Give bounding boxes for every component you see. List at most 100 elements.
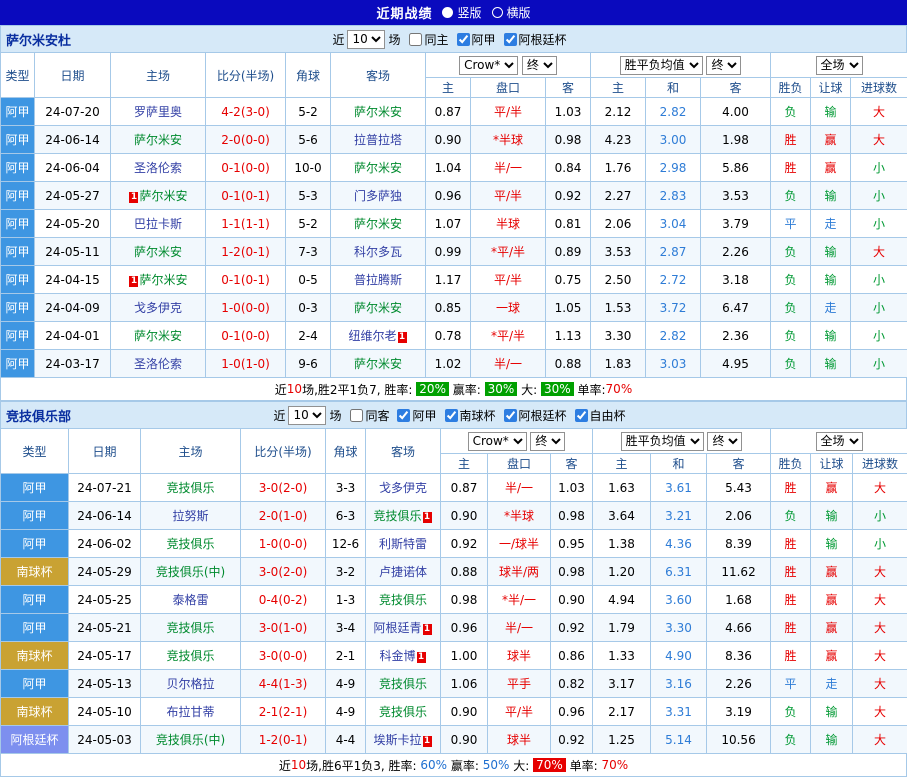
match-rows: 阿甲24-07-20罗萨里奥4-2(3-0)5-2萨尔米安0.87平/半1.03… [1, 98, 907, 378]
avg-away-cell: 2.26 [707, 670, 771, 698]
odds-time-select[interactable]: 终 [530, 432, 565, 451]
home-team-cell: 圣洛伦索 [111, 154, 206, 182]
away-odds-cell: 1.05 [546, 294, 591, 322]
col-header-avg-away: 客 [701, 78, 771, 98]
avg-time-select[interactable]: 终 [706, 56, 741, 75]
col-header-corner: 角球 [286, 53, 331, 98]
team-link: 罗萨里奥 [134, 105, 182, 119]
avg-away-cell: 6.47 [701, 294, 771, 322]
layout-radio-horizontal[interactable]: 横版 [492, 4, 531, 21]
avg-draw-cell: 2.83 [646, 182, 701, 210]
filter-label: 阿甲 [412, 407, 436, 424]
corner-cell: 3-3 [326, 474, 366, 502]
radio-label: 竖版 [457, 4, 481, 21]
filter-checkbox[interactable] [575, 409, 588, 422]
avg-away-cell: 2.06 [707, 502, 771, 530]
summary-segment: 20% [416, 382, 449, 396]
team-link: 竞技俱乐 [373, 509, 421, 523]
filter-阿根廷杯[interactable]: 阿根廷杯 [504, 31, 567, 48]
away-odds-cell: 0.92 [551, 614, 593, 642]
col-header-odds-away: 客 [546, 78, 591, 98]
handicap-result-cell: 输 [811, 530, 853, 558]
home-odds-cell: 1.02 [426, 350, 471, 378]
filter-同客[interactable]: 同客 [350, 407, 389, 424]
away-team-cell: 萨尔米安 [331, 154, 426, 182]
team-link: 萨尔米安 [134, 245, 182, 259]
league-cell: 阿甲 [1, 98, 35, 126]
team-link: 门多萨独 [354, 189, 402, 203]
corner-cell: 7-3 [286, 238, 331, 266]
filter-checkbox[interactable] [504, 409, 517, 422]
filter-自由杯[interactable]: 自由杯 [575, 407, 626, 424]
games-count-select[interactable]: 10 [347, 30, 385, 49]
filter-label: 阿甲 [472, 31, 496, 48]
layout-radio-vertical[interactable]: 竖版 [442, 4, 481, 21]
match-row: 阿甲24-04-09戈多伊克1-0(0-0)0-3萨尔米安0.85一球1.051… [1, 294, 907, 322]
date-cell: 24-05-27 [35, 182, 111, 210]
league-cell: 阿甲 [1, 474, 69, 502]
wdl-result-cell: 胜 [771, 530, 811, 558]
avg-draw-cell: 3.60 [651, 586, 707, 614]
bookmaker-select[interactable]: Crow* [459, 56, 518, 75]
filter-南球杯[interactable]: 南球杯 [445, 407, 496, 424]
filter-checkbox[interactable] [504, 33, 517, 46]
home-odds-cell: 1.07 [426, 210, 471, 238]
wdl-result-cell: 负 [771, 350, 811, 378]
avg-home-cell: 3.53 [591, 238, 646, 266]
away-team-cell: 拉普拉塔 [331, 126, 426, 154]
corner-cell: 0-3 [286, 294, 331, 322]
league-cell: 阿甲 [1, 670, 69, 698]
filter-同主[interactable]: 同主 [409, 31, 448, 48]
avg-draw-cell: 3.00 [646, 126, 701, 154]
avg-type-select[interactable]: 胜平负均值 [621, 432, 704, 451]
handicap-result-cell: 赢 [811, 154, 851, 182]
corner-cell: 2-1 [326, 642, 366, 670]
summary-segment: 70% [533, 758, 566, 772]
home-odds-cell: 1.00 [441, 642, 488, 670]
match-row: 阿甲24-05-25泰格雷0-4(0-2)1-3竞技俱乐0.98*半/一0.90… [1, 586, 907, 614]
bookmaker-select[interactable]: Crow* [468, 432, 527, 451]
handicap-cell: 平手 [488, 670, 551, 698]
games-count-select[interactable]: 10 [288, 406, 326, 425]
avg-draw-cell: 4.36 [651, 530, 707, 558]
away-odds-cell: 0.81 [546, 210, 591, 238]
red-card-badge: 1 [423, 624, 432, 635]
filter-label: 同主 [424, 31, 448, 48]
avg-away-cell: 2.36 [701, 322, 771, 350]
home-odds-cell: 0.90 [441, 726, 488, 754]
filter-checkbox[interactable] [397, 409, 410, 422]
filter-checkbox[interactable] [457, 33, 470, 46]
goals-result-cell: 小 [851, 266, 907, 294]
scope-select[interactable]: 全场 [816, 432, 863, 451]
handicap-cell: *半球 [471, 126, 546, 154]
summary-segment: 10 [291, 758, 306, 772]
filter-阿甲[interactable]: 阿甲 [397, 407, 436, 424]
score-cell: 1-0(0-0) [206, 294, 286, 322]
date-cell: 24-04-01 [35, 322, 111, 350]
goals-result-cell: 小 [853, 530, 907, 558]
goals-result-cell: 小 [851, 322, 907, 350]
home-team-cell: 萨尔米安 [111, 322, 206, 350]
filter-checkbox[interactable] [445, 409, 458, 422]
avg-home-cell: 1.38 [593, 530, 651, 558]
filter-checkbox[interactable] [350, 409, 363, 422]
col-header-goals: 进球数 [853, 454, 907, 474]
odds-time-select[interactable]: 终 [522, 56, 557, 75]
avg-type-select[interactable]: 胜平负均值 [620, 56, 703, 75]
filter-阿甲[interactable]: 阿甲 [457, 31, 496, 48]
filter-checkbox[interactable] [409, 33, 422, 46]
score-cell: 4-4(1-3) [241, 670, 326, 698]
handicap-result-cell: 赢 [811, 642, 853, 670]
avg-time-select[interactable]: 终 [707, 432, 742, 451]
filter-label: 自由杯 [590, 407, 626, 424]
match-row: 阿甲24-07-20罗萨里奥4-2(3-0)5-2萨尔米安0.87平/半1.03… [1, 98, 907, 126]
filter-阿根廷杯[interactable]: 阿根廷杯 [504, 407, 567, 424]
home-odds-cell: 1.04 [426, 154, 471, 182]
handicap-cell: 半球 [471, 210, 546, 238]
away-odds-cell: 0.82 [551, 670, 593, 698]
odds-select-cell: Crow* 终 [426, 53, 591, 78]
league-cell: 阿甲 [1, 210, 35, 238]
scope-select[interactable]: 全场 [816, 56, 863, 75]
home-team-cell: 竞技俱乐 [141, 642, 241, 670]
team-link: 萨尔米安 [354, 217, 402, 231]
